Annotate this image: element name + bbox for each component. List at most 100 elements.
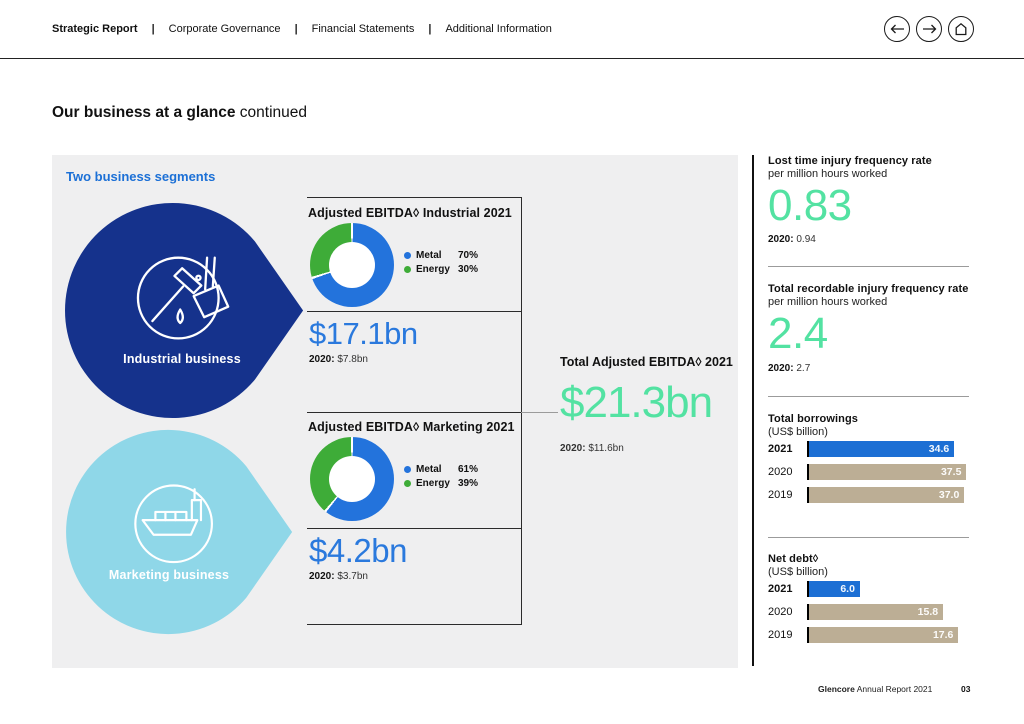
prior-year-label: 2020: <box>768 363 794 374</box>
top-nav: Strategic Report | Corporate Governance … <box>0 0 1024 59</box>
borrowings-bar-chart: 2021 34.6 2020 37.5 2019 37.0 <box>768 441 1000 510</box>
net-debt-bar-chart: 2021 6.0 2020 15.8 2019 17.6 <box>768 581 1000 650</box>
prior-year-label: 2020: <box>309 354 335 365</box>
marketing-pin-shape <box>66 429 293 635</box>
bar-row-2019: 2019 17.6 <box>768 627 1000 643</box>
legend-value: 30% <box>458 263 479 275</box>
footer-page-number: 03 <box>961 684 971 694</box>
bar-value-label: 37.5 <box>940 466 962 478</box>
net-debt-title: Net debt◊ <box>768 553 819 565</box>
nav-tabs: Strategic Report | Corporate Governance … <box>52 0 552 58</box>
divider <box>307 311 521 312</box>
marketing-pin-fill <box>66 429 293 635</box>
page-title-continued: continued <box>239 104 308 121</box>
metal-dot-icon <box>404 465 411 473</box>
divider <box>768 396 969 397</box>
trifr-subtitle: per million hours worked <box>768 296 888 308</box>
footer-report-title: Annual Report 2021 <box>854 684 933 694</box>
key-stats-sidebar: Lost time injury frequency rate per mill… <box>768 150 1000 680</box>
connector-line <box>521 412 558 413</box>
trifr-title: Total recordable injury frequency rate <box>768 283 969 295</box>
trifr-prior: 2020: 2.7 <box>768 363 810 374</box>
industrial-donut-chart <box>310 223 394 307</box>
divider <box>307 528 521 529</box>
marketing-donut-chart <box>310 437 394 521</box>
home-button[interactable] <box>948 16 974 42</box>
borrowings-subtitle: (US$ billion) <box>768 426 828 438</box>
ltifr-prior: 2020: 0.94 <box>768 234 816 245</box>
divider <box>768 537 969 538</box>
bar-row-2021: 2021 34.6 <box>768 441 1000 457</box>
legend-label: Metal <box>416 249 442 261</box>
ltifr-value: 0.83 <box>768 181 852 230</box>
bar-2020: 37.5 <box>809 464 967 480</box>
bar-2020: 15.8 <box>809 604 944 620</box>
trifr-value: 2.4 <box>768 309 828 358</box>
bar-2021: 34.6 <box>809 441 955 457</box>
ltifr-subtitle: per million hours worked <box>768 168 888 180</box>
tab-corporate-governance[interactable]: Corporate Governance <box>169 23 281 35</box>
marketing-legend: Metal 61% Energy 39% <box>404 462 478 490</box>
legend-value: 70% <box>458 249 479 261</box>
industrial-legend: Metal 70% Energy 30% <box>404 248 478 276</box>
legend-value: 61% <box>458 463 479 475</box>
bar-year-label: 2020 <box>768 606 793 618</box>
energy-dot-icon <box>404 265 411 273</box>
metal-dot-icon <box>404 251 411 259</box>
divider <box>307 412 521 413</box>
prior-year-value: 2.7 <box>796 363 811 374</box>
energy-dot-icon <box>404 479 411 487</box>
ltifr-title: Lost time injury frequency rate <box>768 155 932 167</box>
arrow-right-icon <box>922 24 936 34</box>
home-icon <box>955 22 967 36</box>
bar-value-label: 15.8 <box>917 606 939 618</box>
footer-report-name: Glencore Annual Report 2021 <box>818 684 932 694</box>
prior-year-label: 2020: <box>768 234 794 245</box>
footer-brand: Glencore <box>818 684 855 694</box>
total-ebitda-title: Total Adjusted EBITDA◊ 2021 <box>560 355 733 369</box>
bar-row-2020: 2020 37.5 <box>768 464 1000 480</box>
vertical-divider <box>752 155 754 666</box>
industrial-pin-fill <box>65 202 304 419</box>
marketing-prior-value: 2020: $3.7bn <box>309 571 368 582</box>
bar-year-label: 2019 <box>768 629 793 641</box>
marketing-ebitda-value: $4.2bn <box>309 532 407 569</box>
marketing-ebitda-title: Adjusted EBITDA◊ Marketing 2021 <box>308 420 515 434</box>
panel-title: Two business segments <box>66 169 216 184</box>
prior-year-value: $3.7bn <box>337 571 368 582</box>
prior-year-value: $7.8bn <box>337 354 368 365</box>
legend-row-metal: Metal 70% <box>404 248 478 262</box>
bar-value-label: 17.6 <box>932 629 954 641</box>
nav-separator: | <box>151 23 155 35</box>
bar-row-2020: 2020 15.8 <box>768 604 1000 620</box>
bar-year-label: 2021 <box>768 583 793 595</box>
page-title: Our business at a glance continued <box>52 104 307 122</box>
prior-year-value: $11.6bn <box>588 443 624 454</box>
ebitda-column: Adjusted EBITDA◊ Industrial 2021 Metal 7… <box>307 197 522 625</box>
bar-year-label: 2019 <box>768 489 793 501</box>
bar-value-label: 6.0 <box>840 583 855 595</box>
industrial-ebitda-title: Adjusted EBITDA◊ Industrial 2021 <box>308 206 512 220</box>
arrow-left-icon <box>890 24 904 34</box>
industrial-ebitda-value: $17.1bn <box>309 316 418 351</box>
forward-button[interactable] <box>916 16 942 42</box>
bar-value-label: 37.0 <box>938 489 960 501</box>
bar-2021: 6.0 <box>809 581 860 597</box>
business-segments-panel: Two business segments Industrial busines… <box>52 155 738 668</box>
bar-row-2021: 2021 6.0 <box>768 581 1000 597</box>
legend-row-metal: Metal 61% <box>404 462 478 476</box>
bar-row-2019: 2019 37.0 <box>768 487 1000 503</box>
tab-additional-information[interactable]: Additional Information <box>445 23 551 35</box>
bar-2019: 17.6 <box>809 627 959 643</box>
borrowings-title: Total borrowings <box>768 413 859 425</box>
back-button[interactable] <box>884 16 910 42</box>
prior-year-value: 0.94 <box>796 234 816 245</box>
bar-2019: 37.0 <box>809 487 965 503</box>
net-debt-subtitle: (US$ billion) <box>768 566 828 578</box>
bar-value-label: 34.6 <box>928 443 950 455</box>
page-title-bold: Our business at a glance <box>52 104 236 121</box>
nav-separator: | <box>428 23 432 35</box>
bar-year-label: 2020 <box>768 466 793 478</box>
tab-strategic-report[interactable]: Strategic Report <box>52 23 138 35</box>
tab-financial-statements[interactable]: Financial Statements <box>312 23 415 35</box>
